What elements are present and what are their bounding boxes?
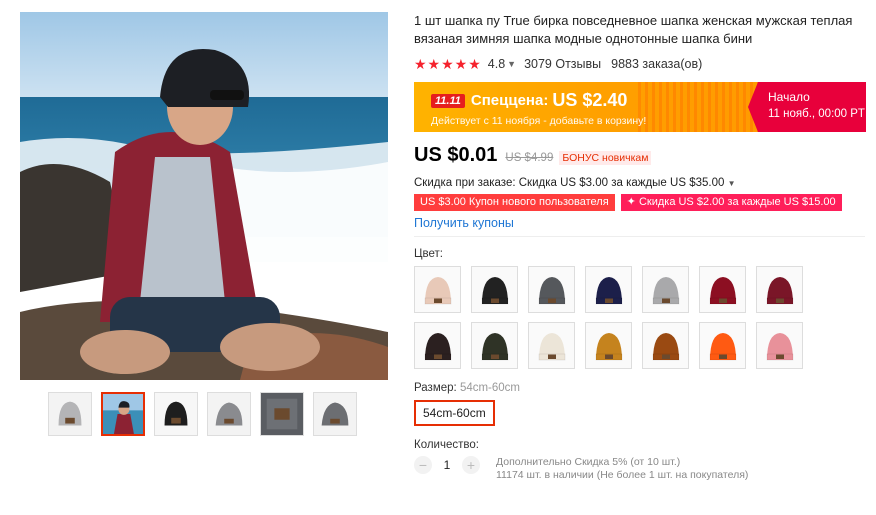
promo-start-panel: Начало 11 нояб., 00:00 PT <box>748 82 866 132</box>
color-swatch-3[interactable] <box>528 266 575 313</box>
chevron-down-icon[interactable]: ▼ <box>728 179 736 188</box>
color-swatch-14[interactable] <box>756 322 803 369</box>
sale-badge: 11.11 <box>431 93 465 108</box>
beanie-icon <box>424 332 451 360</box>
beanie-icon <box>766 276 793 304</box>
color-swatch-9[interactable] <box>471 322 518 369</box>
quantity-label: Количество: <box>414 439 479 451</box>
quantity-info: Дополнительно Скидка 5% (от 10 шт.) 1117… <box>496 456 748 482</box>
beanie-icon <box>481 332 508 360</box>
size-selected-value: 54cm-60cm <box>459 382 521 394</box>
quantity-stepper: − 1 + Дополнительно Скидка 5% (от 10 шт.… <box>414 456 866 482</box>
newbie-bonus-badge: БОНУС новичкам <box>559 151 652 165</box>
bulk-discount-note: Дополнительно Скидка 5% (от 10 шт.) <box>496 456 681 468</box>
beanie-icon <box>652 276 679 304</box>
get-coupons-link[interactable]: Получить купоны <box>414 216 866 230</box>
color-swatch-5[interactable] <box>642 266 689 313</box>
color-swatch-8[interactable] <box>414 322 461 369</box>
color-swatch-1[interactable] <box>414 266 461 313</box>
main-product-photo[interactable] <box>20 12 388 380</box>
old-price: US $4.99 <box>505 152 554 164</box>
quantity-value[interactable]: 1 <box>432 456 462 474</box>
beanie-icon <box>766 332 793 360</box>
beanie-icon <box>538 332 565 360</box>
promo-price-panel: 11.11 Спеццена: US $2.40 Действует с 11 … <box>414 82 758 132</box>
divider <box>414 236 865 237</box>
rating-row: ★★★★★ 4.8 ▼ 3079 Отзывы 9883 заказа(ов) <box>414 55 866 73</box>
color-label: Цвет: <box>414 248 443 260</box>
promo-label: Спеццена: <box>470 92 549 109</box>
thumbnail-strip <box>48 392 357 436</box>
promo-note: Действует с 11 ноября - добавьте в корзи… <box>431 115 647 127</box>
color-swatch-2[interactable] <box>471 266 518 313</box>
beanie-icon <box>709 332 736 360</box>
color-swatch-10[interactable] <box>528 322 575 369</box>
promo-price: US $2.40 <box>552 90 628 110</box>
size-label: Размер: 54cm-60cm <box>414 382 866 394</box>
color-swatch-7[interactable] <box>756 266 803 313</box>
current-price: US $0.01 <box>414 144 498 166</box>
color-swatch-11[interactable] <box>585 322 632 369</box>
star-icon: ★★★★★ <box>414 55 482 72</box>
promo-start-label: Начало <box>768 90 810 104</box>
thumbnail-5[interactable] <box>260 392 304 436</box>
order-discount-text: Скидка при заказе: Скидка US $3.00 за ка… <box>414 177 725 189</box>
rating-value[interactable]: 4.8 <box>488 57 505 71</box>
price-row: US $0.01 US $4.99 БОНУС новичкам <box>414 144 866 168</box>
color-swatch-6[interactable] <box>699 266 746 313</box>
quantity-increase-button[interactable]: + <box>462 456 480 474</box>
color-swatch-13[interactable] <box>699 322 746 369</box>
promo-banner: 11.11 Спеццена: US $2.40 Действует с 11 … <box>414 82 866 132</box>
color-swatch-12[interactable] <box>642 322 689 369</box>
beanie-icon <box>424 276 451 304</box>
stock-note: 11174 шт. в наличии (Не более 1 шт. на п… <box>496 469 749 481</box>
quantity-decrease-button[interactable]: − <box>414 456 432 474</box>
beanie-icon <box>595 332 622 360</box>
thumbnail-6[interactable] <box>313 392 357 436</box>
beanie-icon <box>709 276 736 304</box>
beanie-icon <box>652 332 679 360</box>
thumbnail-3[interactable] <box>154 392 198 436</box>
reviews-count[interactable]: 3079 Отзывы <box>524 57 601 71</box>
thumbnail-4[interactable] <box>207 392 251 436</box>
new-user-coupon[interactable]: US $3.00 Купон нового пользователя <box>414 194 615 211</box>
beanie-icon <box>595 276 622 304</box>
orders-count: 9883 заказа(ов) <box>611 57 703 71</box>
thumbnail-1[interactable] <box>48 392 92 436</box>
order-discount[interactable]: Скидка при заказе: Скидка US $3.00 за ка… <box>414 177 866 189</box>
beanie-icon <box>538 276 565 304</box>
thumbnail-2[interactable] <box>101 392 145 436</box>
coupon-list: US $3.00 Купон нового пользователя ✦ Ски… <box>414 194 866 211</box>
size-option-54-60[interactable]: 54cm-60cm <box>414 400 495 426</box>
product-title: 1 шт шапка пу True бирка повседневное ша… <box>414 13 853 46</box>
store-discount-coupon[interactable]: ✦ Скидка US $2.00 за каждые US $15.00 <box>620 194 842 211</box>
chevron-down-icon[interactable]: ▼ <box>507 59 516 69</box>
beanie-icon <box>481 276 508 304</box>
size-label-text: Размер: <box>414 382 457 394</box>
promo-start-date: 11 нояб., 00:00 PT <box>768 108 865 120</box>
product-info: 1 шт шапка пу True бирка повседневное ша… <box>414 12 866 482</box>
color-swatch-4[interactable] <box>585 266 632 313</box>
color-swatches <box>414 266 866 369</box>
